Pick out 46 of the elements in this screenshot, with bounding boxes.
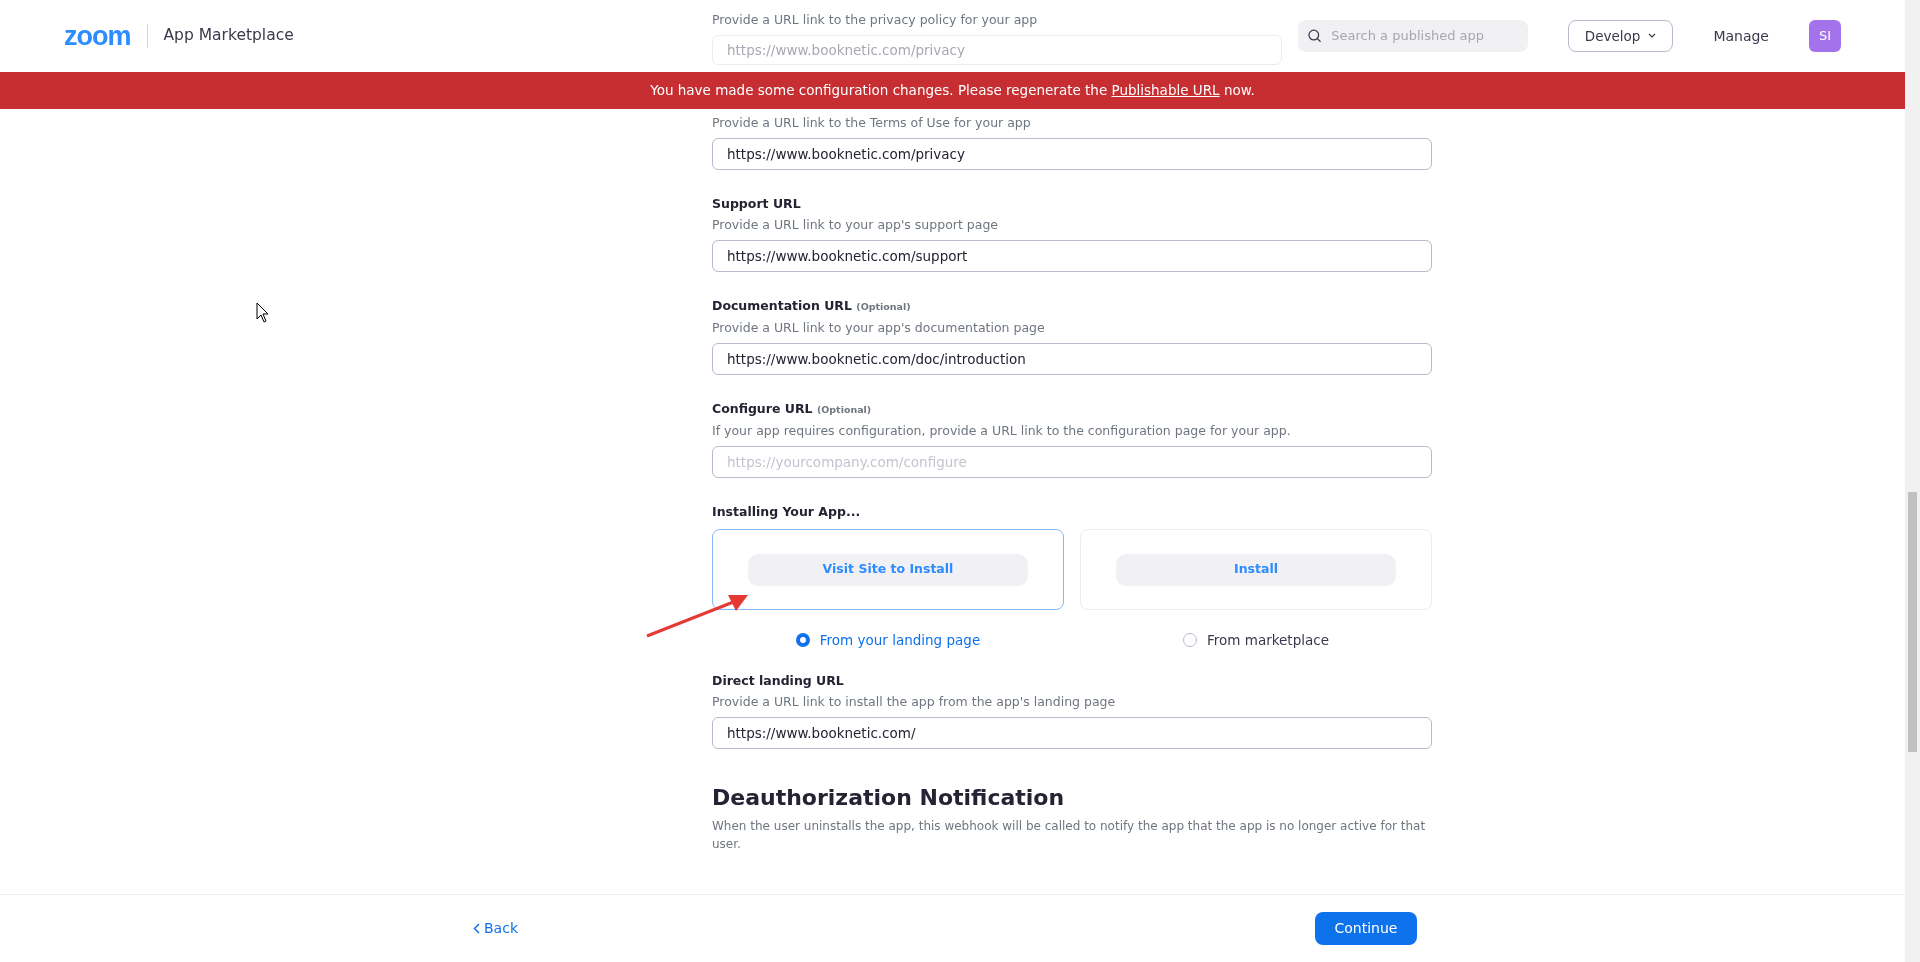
field-label: Support URL [712, 196, 801, 211]
scrollbar[interactable] [1905, 0, 1920, 962]
field-description: Provide a URL link to install the app from the app's landing page [712, 693, 1117, 712]
section-label: Installing Your App... [712, 504, 861, 519]
optional-tag: (Optional) [856, 301, 911, 312]
banner-message: You have made some configuration changes. Please regenerate the Publishable URL now. [650, 81, 1255, 101]
url-field[interactable]: https://www.booknetic.com/privacy [712, 138, 1432, 170]
search-icon [1307, 29, 1322, 43]
chevron-down-icon [1648, 33, 1657, 39]
field-description: Provide a URL link to the privacy policy for your app [712, 11, 1039, 29]
url-field[interactable]: https://www.booknetic.com/support [712, 240, 1432, 272]
radio-label: From your landing page [819, 631, 981, 650]
radio-button[interactable] [795, 633, 810, 648]
field-description: If your app requires configuration, provide a URL link to the configuration page for your app. [712, 422, 1292, 440]
section-heading: Deauthorization Notification [712, 785, 1065, 811]
search-box[interactable]: Search a published app [1297, 20, 1528, 52]
app-title: App Marketplace [163, 25, 294, 47]
continue-button[interactable]: Continue [1315, 912, 1417, 945]
field-description: Provide a URL link to your app's support page [712, 216, 1000, 234]
chevron-left-icon [473, 923, 480, 934]
field-label: Documentation URL [712, 298, 852, 313]
field-label: Direct landing URL [712, 673, 844, 689]
url-field[interactable]: https://yourcompany.com/configure [712, 446, 1432, 478]
url-field[interactable]: https://www.booknetic.com/ [712, 717, 1432, 750]
install-option-card[interactable]: Visit Site to Install [712, 529, 1064, 610]
scrollbar-thumb[interactable] [1908, 492, 1917, 752]
url-field[interactable]: https://www.booknetic.com/privacy [712, 35, 1282, 65]
back-link[interactable]: Back [473, 918, 518, 939]
install-button[interactable]: Visit Site to Install [748, 553, 1028, 586]
logo[interactable]: zoom [64, 15, 131, 57]
url-field[interactable]: https://www.booknetic.com/doc/introduction [712, 343, 1432, 375]
field-description: Provide a URL link to your app's documentation page [712, 319, 1046, 337]
optional-tag: (Optional) [816, 404, 872, 415]
mouse-pointer-icon [256, 302, 270, 324]
section-description: When the user uninstalls the app, this webhook will be called to notify the app that the app is no longer active for that user. [712, 818, 1427, 854]
manage-link[interactable]: Manage [1713, 25, 1769, 47]
field-description: Provide a URL link to the Terms of Use for your app [712, 114, 1032, 132]
radio-button[interactable] [1183, 633, 1197, 648]
install-option-card[interactable]: Install [1080, 529, 1432, 610]
radio-label: From marketplace [1207, 631, 1329, 650]
publishable-url-link[interactable]: Publishable URL [1111, 82, 1220, 99]
install-button[interactable]: Install [1116, 553, 1396, 586]
search-field[interactable]: Search a published app [1329, 25, 1518, 47]
user-avatar[interactable]: SI [1809, 20, 1841, 52]
field-label: Configure URL [712, 401, 813, 416]
develop-dropdown[interactable]: Develop [1567, 20, 1674, 52]
